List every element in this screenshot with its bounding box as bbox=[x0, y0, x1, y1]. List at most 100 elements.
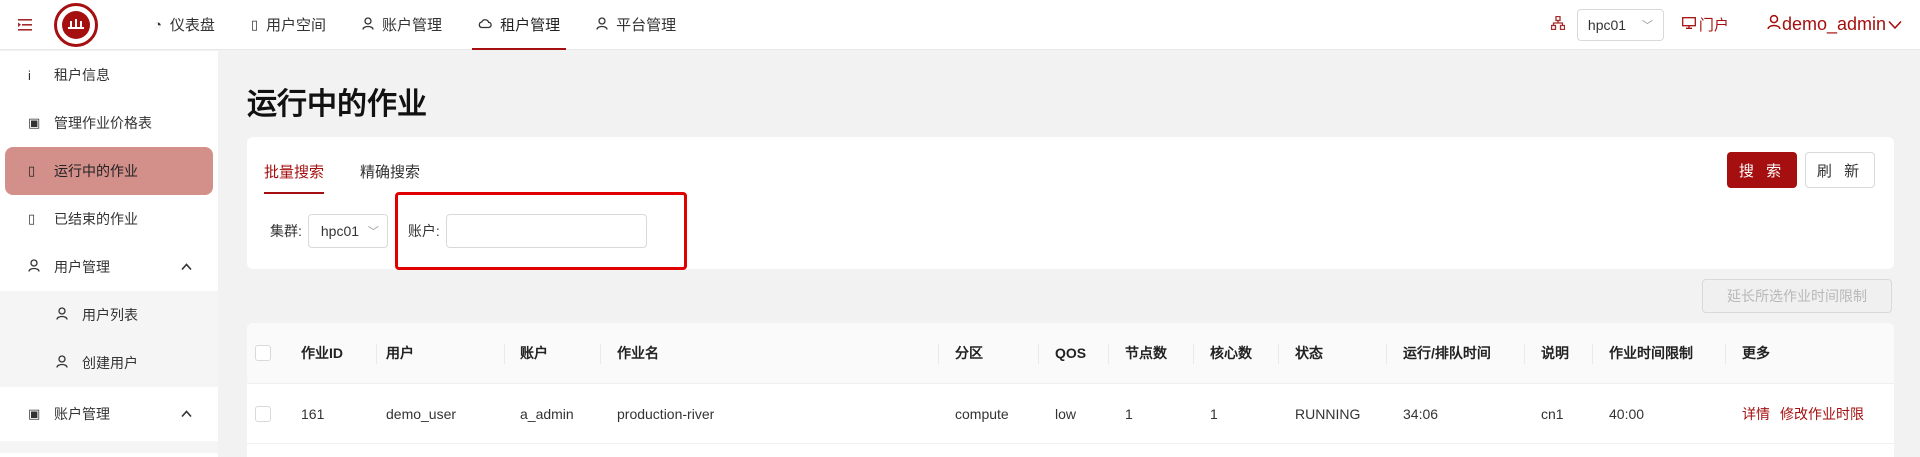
column-header[interactable]: 账户 bbox=[504, 323, 600, 383]
column-header[interactable]: 作业名 bbox=[600, 323, 938, 383]
chevron-down-icon: ﹀ bbox=[1641, 19, 1653, 32]
user-icon bbox=[1767, 14, 1781, 35]
table-cell: cn1 bbox=[1541, 405, 1564, 422]
table-cell: compute bbox=[955, 405, 1009, 422]
nav-tenant-management[interactable]: 租户管理 bbox=[460, 0, 578, 50]
document-icon: ▯ bbox=[250, 16, 259, 32]
column-header: 更多 bbox=[1725, 323, 1875, 383]
nav-label: 平台管理 bbox=[616, 17, 677, 34]
search-form: 集群: hpc01 ﹀ 账户: bbox=[270, 214, 647, 248]
cluster-select[interactable]: hpc01 ﹀ bbox=[1576, 8, 1664, 41]
user-icon bbox=[596, 16, 608, 33]
cluster-select-value: hpc01 bbox=[1587, 16, 1627, 33]
nav-label: 账户管理 bbox=[382, 17, 443, 34]
sidebar-item-label: 运行中的作业 bbox=[54, 163, 138, 179]
nav-account-management[interactable]: 账户管理 bbox=[344, 0, 460, 50]
sidebar-submenu-account bbox=[0, 441, 218, 453]
refresh-button[interactable]: 刷 新 bbox=[1805, 152, 1875, 188]
sidebar-item-label: 账户管理 bbox=[54, 406, 110, 422]
sidebar: i 租户信息 ▣ 管理作业价格表 ▯ 运行中的作业 ▯ 已结束的作业 用户管理 … bbox=[0, 51, 218, 457]
table-cell: RUNNING bbox=[1295, 405, 1361, 422]
menu-toggle-icon[interactable] bbox=[18, 18, 48, 31]
row-checkbox[interactable] bbox=[255, 405, 271, 422]
sidebar-item-price-table[interactable]: ▣ 管理作业价格表 bbox=[0, 99, 218, 147]
sidebar-item-label: 已结束的作业 bbox=[54, 211, 138, 227]
column-header[interactable]: 作业时间限制 bbox=[1592, 323, 1725, 383]
column-header[interactable]: 说明 bbox=[1524, 323, 1592, 383]
select-all-checkbox[interactable] bbox=[255, 345, 271, 361]
account-label: 账户: bbox=[407, 223, 440, 239]
column-header[interactable]: 作业ID bbox=[291, 323, 376, 383]
cluster-label: 集群: bbox=[270, 223, 302, 239]
username: demo_admin bbox=[1781, 14, 1886, 34]
sidebar-item-running-jobs[interactable]: ▯ 运行中的作业 bbox=[5, 147, 213, 195]
top-bar: ◔ 仪表盘 ▯ 用户空间 账户管理 租户管理 平台管理 hpc01 ﹀ 门户 d… bbox=[0, 0, 1920, 50]
table-cell: 1 bbox=[1210, 405, 1218, 422]
extend-time-limit-button[interactable]: 延长所选作业时间限制 bbox=[1702, 279, 1892, 313]
column-header[interactable]: 用户 bbox=[376, 323, 504, 383]
table-cell: 1 bbox=[1125, 405, 1133, 422]
table-cell: 161 bbox=[301, 405, 325, 422]
column-header[interactable]: 核心数 bbox=[1193, 323, 1278, 383]
sidebar-item-create-user[interactable]: 创建用户 bbox=[0, 339, 218, 387]
details-link[interactable]: 详情 bbox=[1742, 404, 1770, 424]
user-menu[interactable]: demo_admin bbox=[1767, 14, 1902, 35]
table-cell: 40:00 bbox=[1609, 405, 1645, 422]
dashboard-icon: ◔ bbox=[154, 17, 162, 32]
search-card: 批量搜索 精确搜索 搜 索 刷 新 集群: hpc01 ﹀ 账户: bbox=[247, 137, 1894, 269]
sidebar-group-user-management[interactable]: 用户管理 bbox=[0, 243, 218, 291]
table-cell: low bbox=[1055, 405, 1077, 422]
portal-link[interactable]: 门户 bbox=[1681, 14, 1729, 35]
info-icon: i bbox=[28, 67, 31, 83]
table-cell: 34:06 bbox=[1403, 405, 1439, 422]
modify-time-limit-link[interactable]: 修改作业时限 bbox=[1780, 404, 1864, 424]
university-logo[interactable] bbox=[54, 2, 98, 47]
table-cell: demo_user bbox=[386, 405, 457, 422]
user-icon bbox=[28, 259, 54, 275]
table-cell: production-river bbox=[617, 405, 715, 422]
top-nav: ◔ 仪表盘 ▯ 用户空间 账户管理 租户管理 平台管理 bbox=[136, 0, 694, 50]
chevron-up-icon bbox=[181, 260, 192, 274]
nav-platform-management[interactable]: 平台管理 bbox=[578, 0, 694, 50]
portal-label: 门户 bbox=[1698, 17, 1729, 34]
chevron-down-icon bbox=[1888, 14, 1902, 35]
table-cell: a_admin bbox=[520, 405, 574, 422]
top-right: hpc01 ﹀ 门户 demo_admin bbox=[1550, 0, 1920, 50]
actions-cell: 详情 修改作业时限 bbox=[1725, 384, 1875, 443]
monitor-icon bbox=[1681, 16, 1696, 33]
tab-batch-search[interactable]: 批量搜索 bbox=[264, 151, 325, 194]
sidebar-item-label: 用户管理 bbox=[54, 259, 110, 275]
column-header[interactable]: 状态 bbox=[1278, 323, 1386, 383]
book-icon: ▯ bbox=[28, 211, 36, 226]
sidebar-submenu-user: 用户列表 创建用户 bbox=[0, 291, 218, 387]
tab-exact-search[interactable]: 精确搜索 bbox=[360, 151, 420, 194]
jobs-table: 作业ID 用户 账户 作业名 分区 QOS 节点数 核心数 状态 运行/排队时间… bbox=[247, 323, 1894, 457]
column-header[interactable]: 运行/排队时间 bbox=[1386, 323, 1524, 383]
chevron-up-icon bbox=[181, 407, 192, 421]
sidebar-item-finished-jobs[interactable]: ▯ 已结束的作业 bbox=[0, 195, 218, 243]
sidebar-item-user-list[interactable]: 用户列表 bbox=[0, 291, 218, 339]
column-header[interactable]: QOS bbox=[1038, 323, 1108, 383]
nav-label: 仪表盘 bbox=[169, 17, 215, 34]
search-button[interactable]: 搜 索 bbox=[1727, 152, 1797, 188]
column-header[interactable]: 分区 bbox=[938, 323, 1038, 383]
sidebar-item-tenant-info[interactable]: i 租户信息 bbox=[0, 51, 218, 99]
column-header[interactable]: 节点数 bbox=[1108, 323, 1193, 383]
sidebar-item-label: 创建用户 bbox=[82, 355, 138, 371]
cluster-icon bbox=[1550, 15, 1566, 33]
search-tabs: 批量搜索 精确搜索 bbox=[264, 151, 456, 194]
nav-user-space[interactable]: ▯ 用户空间 bbox=[233, 0, 344, 50]
table-row: 161 demo_user a_admin production-river c… bbox=[247, 384, 1894, 444]
sidebar-group-account-management[interactable]: ▣ 账户管理 bbox=[0, 387, 218, 441]
cluster-filter-select[interactable]: hpc01 ﹀ bbox=[307, 214, 388, 248]
account-icon: ▣ bbox=[28, 406, 41, 421]
nav-label: 用户空间 bbox=[266, 17, 327, 34]
select-all-cell bbox=[247, 323, 291, 383]
row-select-cell bbox=[247, 384, 291, 443]
user-icon bbox=[56, 355, 82, 371]
nav-label: 租户管理 bbox=[500, 17, 561, 34]
cloud-icon bbox=[478, 17, 492, 32]
sidebar-item-label: 管理作业价格表 bbox=[54, 115, 152, 131]
nav-dashboard[interactable]: ◔ 仪表盘 bbox=[136, 0, 233, 50]
account-input[interactable] bbox=[445, 214, 647, 248]
